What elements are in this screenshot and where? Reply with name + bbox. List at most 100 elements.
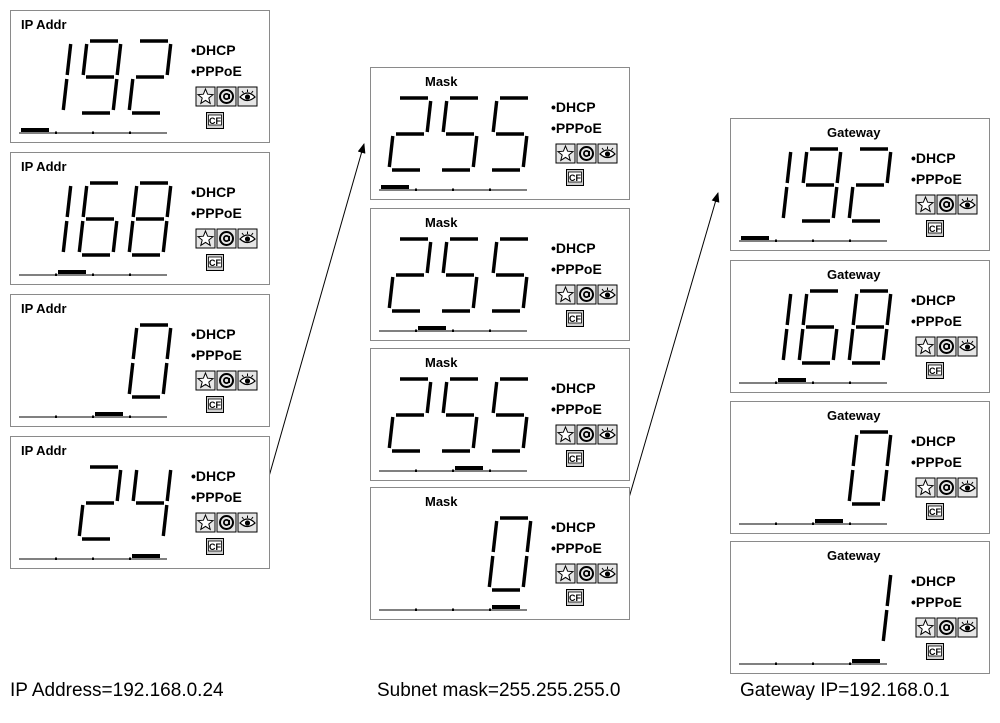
digit-2 <box>77 465 123 541</box>
octet-indicator <box>739 659 887 665</box>
dhcp-label: •DHCP <box>911 573 956 589</box>
cf-card-icon: CF <box>926 643 944 660</box>
digit-0 <box>127 323 173 399</box>
digit-1 <box>61 43 73 111</box>
segment-b <box>835 151 843 184</box>
digit-2 <box>387 377 433 453</box>
octet-separator-dot <box>849 662 851 665</box>
pppoe-label: •PPPoE <box>191 347 242 363</box>
cf-card-icon: CF <box>566 450 584 467</box>
pppoe-label: •PPPoE <box>191 63 242 79</box>
cf-card-icon: CF <box>206 538 224 555</box>
segment-c <box>471 135 479 168</box>
eye-icon <box>597 143 618 164</box>
eye-icon <box>957 194 978 215</box>
dhcp-label: •DHCP <box>551 519 596 535</box>
segment-b <box>525 520 533 553</box>
octet-separator-dot <box>775 381 777 384</box>
active-octet-marker <box>778 378 806 382</box>
gateway-panel-4: Gateway1 •DHCP •PPPoE <box>730 541 990 674</box>
segment-e <box>77 220 85 253</box>
segment-f <box>801 151 809 184</box>
lcd-digits: 0 <box>127 323 173 399</box>
segment-e <box>387 276 395 309</box>
segment-f <box>491 520 499 553</box>
segment-f <box>131 327 139 360</box>
panel-title: IP Addr <box>21 159 67 174</box>
pppoe-label: •PPPoE <box>911 313 962 329</box>
segment-b <box>65 185 73 218</box>
digit-5 <box>491 377 529 453</box>
digit-8 <box>847 289 893 365</box>
octet-separator-dot <box>849 522 851 525</box>
segment-e <box>797 328 805 361</box>
segment-e <box>77 504 85 537</box>
dhcp-label: •DHCP <box>911 433 956 449</box>
segment-c <box>781 328 789 361</box>
active-octet-marker <box>21 128 49 132</box>
panel-title: Mask <box>425 355 458 370</box>
octet-separator-dot <box>489 469 491 472</box>
at-sign-icon <box>216 512 237 533</box>
digit-1 <box>61 185 73 253</box>
svg-text:CF: CF <box>209 116 221 126</box>
star-shield-icon <box>915 617 936 638</box>
status-icons <box>555 284 618 305</box>
active-octet-marker <box>418 326 446 330</box>
at-sign-icon <box>216 228 237 249</box>
ip-panel-3: IP Addr 0 •DHCP •PPPoE <box>10 294 270 427</box>
segment-b <box>885 434 893 467</box>
panel-title: Mask <box>425 215 458 230</box>
octet-separator-dot <box>812 381 814 384</box>
status-icons <box>555 143 618 164</box>
ip-panel-2: IP Addr 168 •DHCP •PPPoE <box>10 152 270 285</box>
pppoe-label: •PPPoE <box>911 594 962 610</box>
segment-e <box>127 220 135 253</box>
segment-e <box>127 78 135 111</box>
segment-e <box>127 362 135 395</box>
star-shield-icon <box>195 86 216 107</box>
arrow-ip-to-mask <box>257 143 366 516</box>
star-shield-icon <box>915 194 936 215</box>
octet-indicator <box>379 326 527 332</box>
dhcp-label: •DHCP <box>551 240 596 256</box>
segment-c <box>781 186 789 219</box>
segment-b <box>885 293 893 326</box>
digit-1 <box>881 574 893 642</box>
octet-separator-dot <box>415 469 417 472</box>
active-octet-marker <box>58 270 86 274</box>
pppoe-label: •PPPoE <box>551 120 602 136</box>
gateway-panel-1: Gateway 192 •DHCP •PPPoE <box>730 118 990 251</box>
octet-separator-dot <box>129 273 131 276</box>
octet-indicator <box>19 270 167 276</box>
pppoe-label: •PPPoE <box>191 205 242 221</box>
eye-icon <box>237 370 258 391</box>
segment-b <box>165 43 173 76</box>
panel-title: Mask <box>425 494 458 509</box>
segment-b <box>115 469 123 502</box>
dhcp-label: •DHCP <box>911 150 956 166</box>
octet-separator-dot <box>849 239 851 242</box>
star-shield-icon <box>915 477 936 498</box>
digit-6 <box>77 181 119 257</box>
lcd-digits: 192 <box>61 39 173 115</box>
active-octet-marker <box>852 659 880 663</box>
segment-b <box>115 43 123 76</box>
eye-icon <box>597 284 618 305</box>
digit-9 <box>81 39 123 115</box>
cf-card-icon: CF <box>566 169 584 186</box>
octet-separator-dot <box>55 415 57 418</box>
segment-c <box>111 78 119 111</box>
segment-b <box>165 469 173 502</box>
dhcp-label: •DHCP <box>191 42 236 58</box>
at-sign-icon <box>936 477 957 498</box>
ip-panel-4: IP Addr 24 •DHCP •PPPoE <box>10 436 270 569</box>
svg-text:CF: CF <box>569 314 581 324</box>
segment-c <box>161 504 169 537</box>
segment-f <box>491 100 499 133</box>
digit-0 <box>487 516 533 592</box>
octet-indicator <box>19 128 167 134</box>
at-sign-icon <box>936 194 957 215</box>
segment-f <box>81 43 89 76</box>
dhcp-label: •DHCP <box>551 380 596 396</box>
